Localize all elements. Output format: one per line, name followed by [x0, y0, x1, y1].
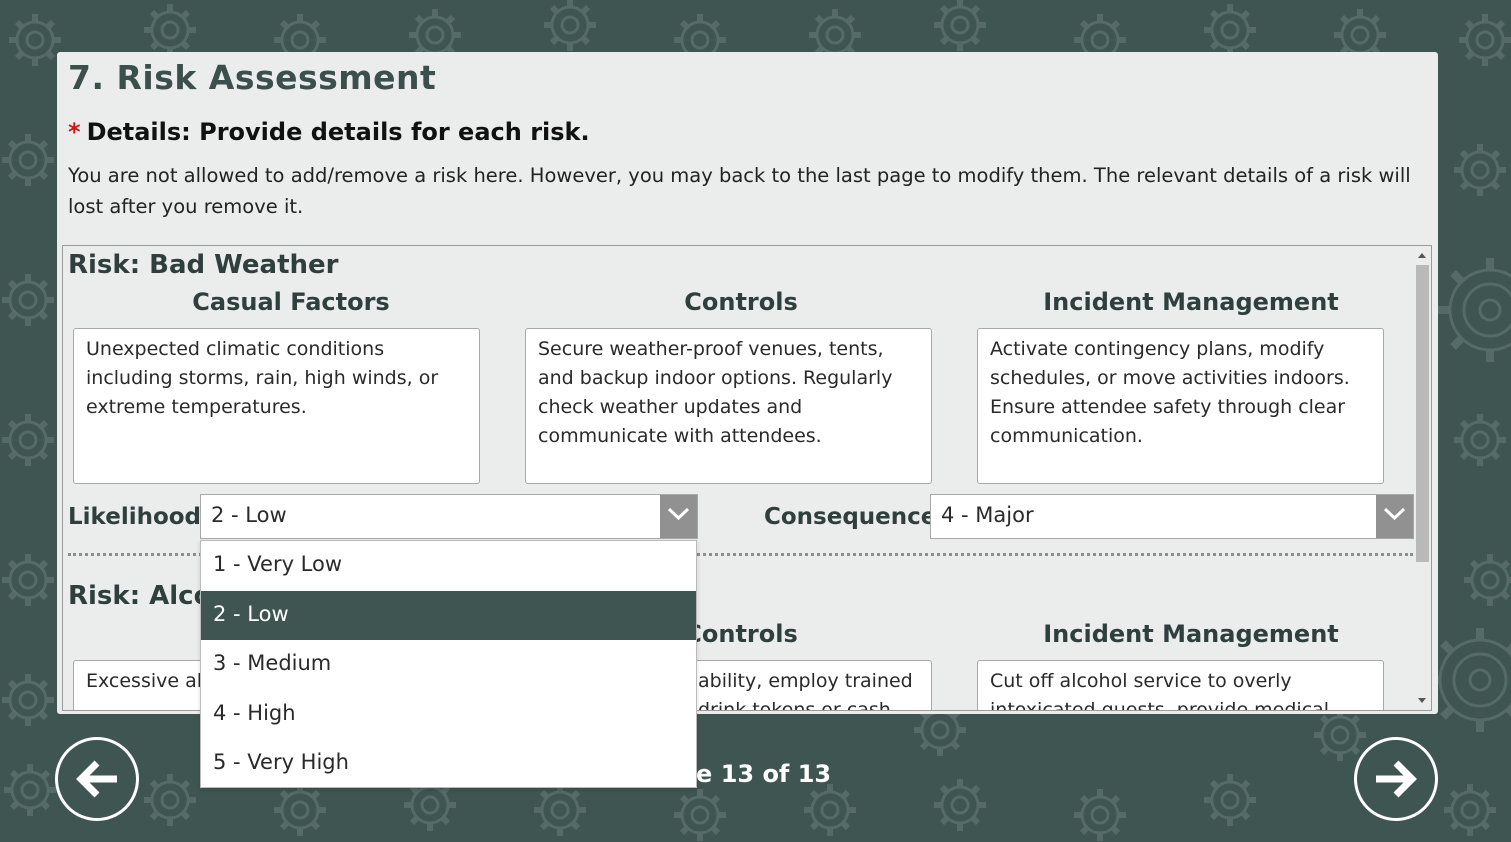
question-heading: * Details: Provide details for each risk.	[68, 118, 590, 146]
likelihood-select[interactable]: 2 - Low	[200, 494, 698, 539]
back-button[interactable]	[55, 737, 139, 821]
instructions-text: You are not allowed to add/remove a risk…	[68, 164, 1411, 218]
likelihood-selected-value: 2 - Low	[211, 503, 287, 527]
causal-factors-textarea[interactable]: Unexpected climatic conditions including…	[73, 328, 480, 484]
risk-title: Risk: Alcol	[68, 581, 221, 611]
causal-factors-header: Casual Factors	[192, 288, 390, 316]
controls-textarea[interactable]: Secure weather-proof venues, tents, and …	[525, 328, 932, 484]
arrow-left-icon	[76, 760, 117, 798]
likelihood-options-list[interactable]: 1 - Very Low 2 - Low 3 - Medium 4 - High 5 -…	[200, 540, 697, 788]
scroll-up-arrow-icon[interactable]	[1418, 253, 1426, 258]
likelihood-option[interactable]: 5 - Very High	[201, 739, 696, 789]
next-button[interactable]	[1354, 737, 1438, 821]
consequence-label: Consequence	[764, 504, 937, 530]
likelihood-option[interactable]: 4 - High	[201, 690, 696, 740]
incident-management-header: Incident Management	[1043, 288, 1339, 316]
page-title: 7. Risk Assessment	[68, 58, 437, 97]
likelihood-option[interactable]: 2 - Low	[201, 590, 696, 641]
question-text: Details: Provide details for each risk.	[86, 118, 590, 146]
likelihood-dropdown-button[interactable]	[660, 495, 697, 538]
incident-management-textarea[interactable]: Activate contingency plans, modify sched…	[977, 328, 1384, 484]
required-marker: *	[68, 118, 81, 146]
arrow-right-icon	[1376, 760, 1417, 798]
likelihood-option[interactable]: 3 - Medium	[201, 640, 696, 690]
consequence-select[interactable]: 4 - Major	[930, 494, 1414, 539]
controls-header: Controls	[684, 288, 798, 316]
likelihood-option[interactable]: 1 - Very Low	[201, 541, 696, 591]
vertical-scrollbar[interactable]	[1414, 246, 1431, 710]
risk-title: Risk: Bad Weather	[68, 250, 339, 280]
chevron-down-icon	[667, 507, 690, 521]
scroll-down-arrow-icon[interactable]	[1418, 698, 1426, 703]
incident-management-header: Incident Management	[1043, 620, 1339, 648]
likelihood-label: Likelihood	[68, 504, 202, 530]
consequence-dropdown-button[interactable]	[1376, 495, 1413, 538]
scrollbar-thumb[interactable]	[1416, 265, 1429, 562]
chevron-down-icon	[1383, 507, 1406, 521]
incident-management-textarea[interactable]: Cut off alcohol service to overly intoxi…	[977, 660, 1384, 710]
consequence-selected-value: 4 - Major	[941, 503, 1034, 527]
